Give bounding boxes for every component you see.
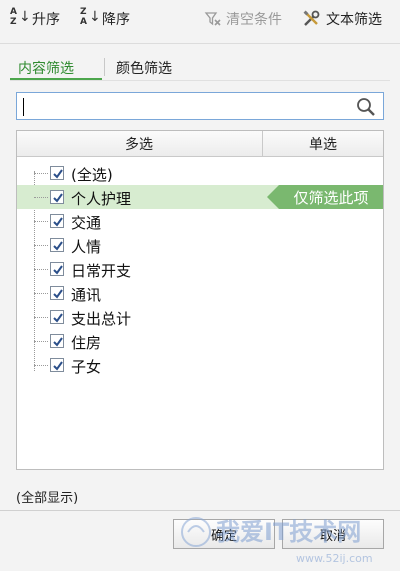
checkbox[interactable] xyxy=(50,214,64,228)
list-item-label: 个人护理 xyxy=(71,190,132,208)
list-item-label: 支出总计 xyxy=(71,310,132,328)
checkbox[interactable] xyxy=(50,286,64,300)
list-header: 多选 单选 xyxy=(17,131,383,157)
check-icon xyxy=(53,337,63,347)
value-list: 多选 单选 (全选) 个人护理 仅筛选此项 交通 人情 日常开支 通讯 支出总计 xyxy=(16,130,384,470)
tab-color-filter[interactable]: 颜色筛选 xyxy=(116,58,172,78)
check-icon xyxy=(53,193,63,203)
tab-content-filter[interactable]: 内容筛选 xyxy=(18,58,74,78)
check-icon xyxy=(53,241,63,251)
text-filter-button[interactable]: 文本筛选 xyxy=(302,8,382,30)
list-item[interactable]: 支出总计 xyxy=(17,305,383,329)
magnifier-icon[interactable] xyxy=(355,96,377,118)
checkbox[interactable] xyxy=(50,310,64,324)
list-item-selected[interactable]: 个人护理 仅筛选此项 xyxy=(17,185,383,209)
tab-divider xyxy=(104,58,105,76)
checkbox[interactable] xyxy=(50,334,64,348)
filter-only-this-button[interactable]: 仅筛选此项 xyxy=(267,185,383,209)
filter-toolbar: A Z ↓ 升序 Z A ↓ 降序 清空条件 文本筛选 xyxy=(0,0,400,38)
checkbox[interactable] xyxy=(50,238,64,252)
clear-conditions-button[interactable]: 清空条件 xyxy=(204,8,282,30)
list-item-label: 日常开支 xyxy=(71,262,132,280)
funnel-clear-icon xyxy=(204,12,221,26)
sort-ascending-label: 升序 xyxy=(32,12,60,28)
list-item-label: 通讯 xyxy=(71,286,102,304)
check-icon xyxy=(53,313,63,323)
header-single-select[interactable]: 单选 xyxy=(262,131,383,157)
clear-conditions-label: 清空条件 xyxy=(226,12,282,28)
list-item-label: 住房 xyxy=(71,334,102,352)
sort-ascending-button[interactable]: A Z ↓ 升序 xyxy=(10,7,60,30)
footer-divider xyxy=(0,510,400,511)
cancel-button[interactable]: 取消 xyxy=(282,519,384,549)
sort-descending-label: 降序 xyxy=(102,12,130,28)
toolbar-divider xyxy=(0,43,400,44)
tabs-baseline xyxy=(10,80,390,81)
tools-icon xyxy=(303,10,320,26)
svg-text:www.52ij.com: www.52ij.com xyxy=(296,552,373,565)
checkbox[interactable] xyxy=(50,358,64,372)
list-item-label: 子女 xyxy=(71,358,102,376)
text-filter-label: 文本筛选 xyxy=(326,12,382,28)
checkbox[interactable] xyxy=(50,190,64,204)
sort-descending-button[interactable]: Z A ↓ 降序 xyxy=(80,7,130,30)
check-icon xyxy=(53,289,63,299)
text-caret xyxy=(23,98,24,116)
check-icon xyxy=(53,217,63,227)
search-input[interactable] xyxy=(21,95,351,117)
check-icon xyxy=(53,361,63,371)
ok-button[interactable]: 确定 xyxy=(173,519,275,549)
list-item[interactable]: 交通 xyxy=(17,209,383,233)
list-item[interactable]: 人情 xyxy=(17,233,383,257)
list-item-label: 交通 xyxy=(71,214,102,232)
list-item-label: 人情 xyxy=(71,238,102,256)
list-item[interactable]: 住房 xyxy=(17,329,383,353)
checkbox[interactable] xyxy=(50,262,64,276)
search-box xyxy=(16,92,384,120)
list-item[interactable]: 子女 xyxy=(17,353,383,377)
check-icon xyxy=(53,169,63,179)
checkbox[interactable] xyxy=(50,166,64,180)
header-multi-select[interactable]: 多选 xyxy=(17,131,261,157)
list-item[interactable]: 通讯 xyxy=(17,281,383,305)
list-item[interactable]: (全选) xyxy=(17,161,383,185)
list-item-label: (全选) xyxy=(71,166,113,184)
show-all-status: (全部显示) xyxy=(16,491,79,506)
list-item[interactable]: 日常开支 xyxy=(17,257,383,281)
sort-descending-icon: Z A ↓ xyxy=(80,7,101,27)
sort-ascending-icon: A Z ↓ xyxy=(10,7,31,27)
check-icon xyxy=(53,265,63,275)
